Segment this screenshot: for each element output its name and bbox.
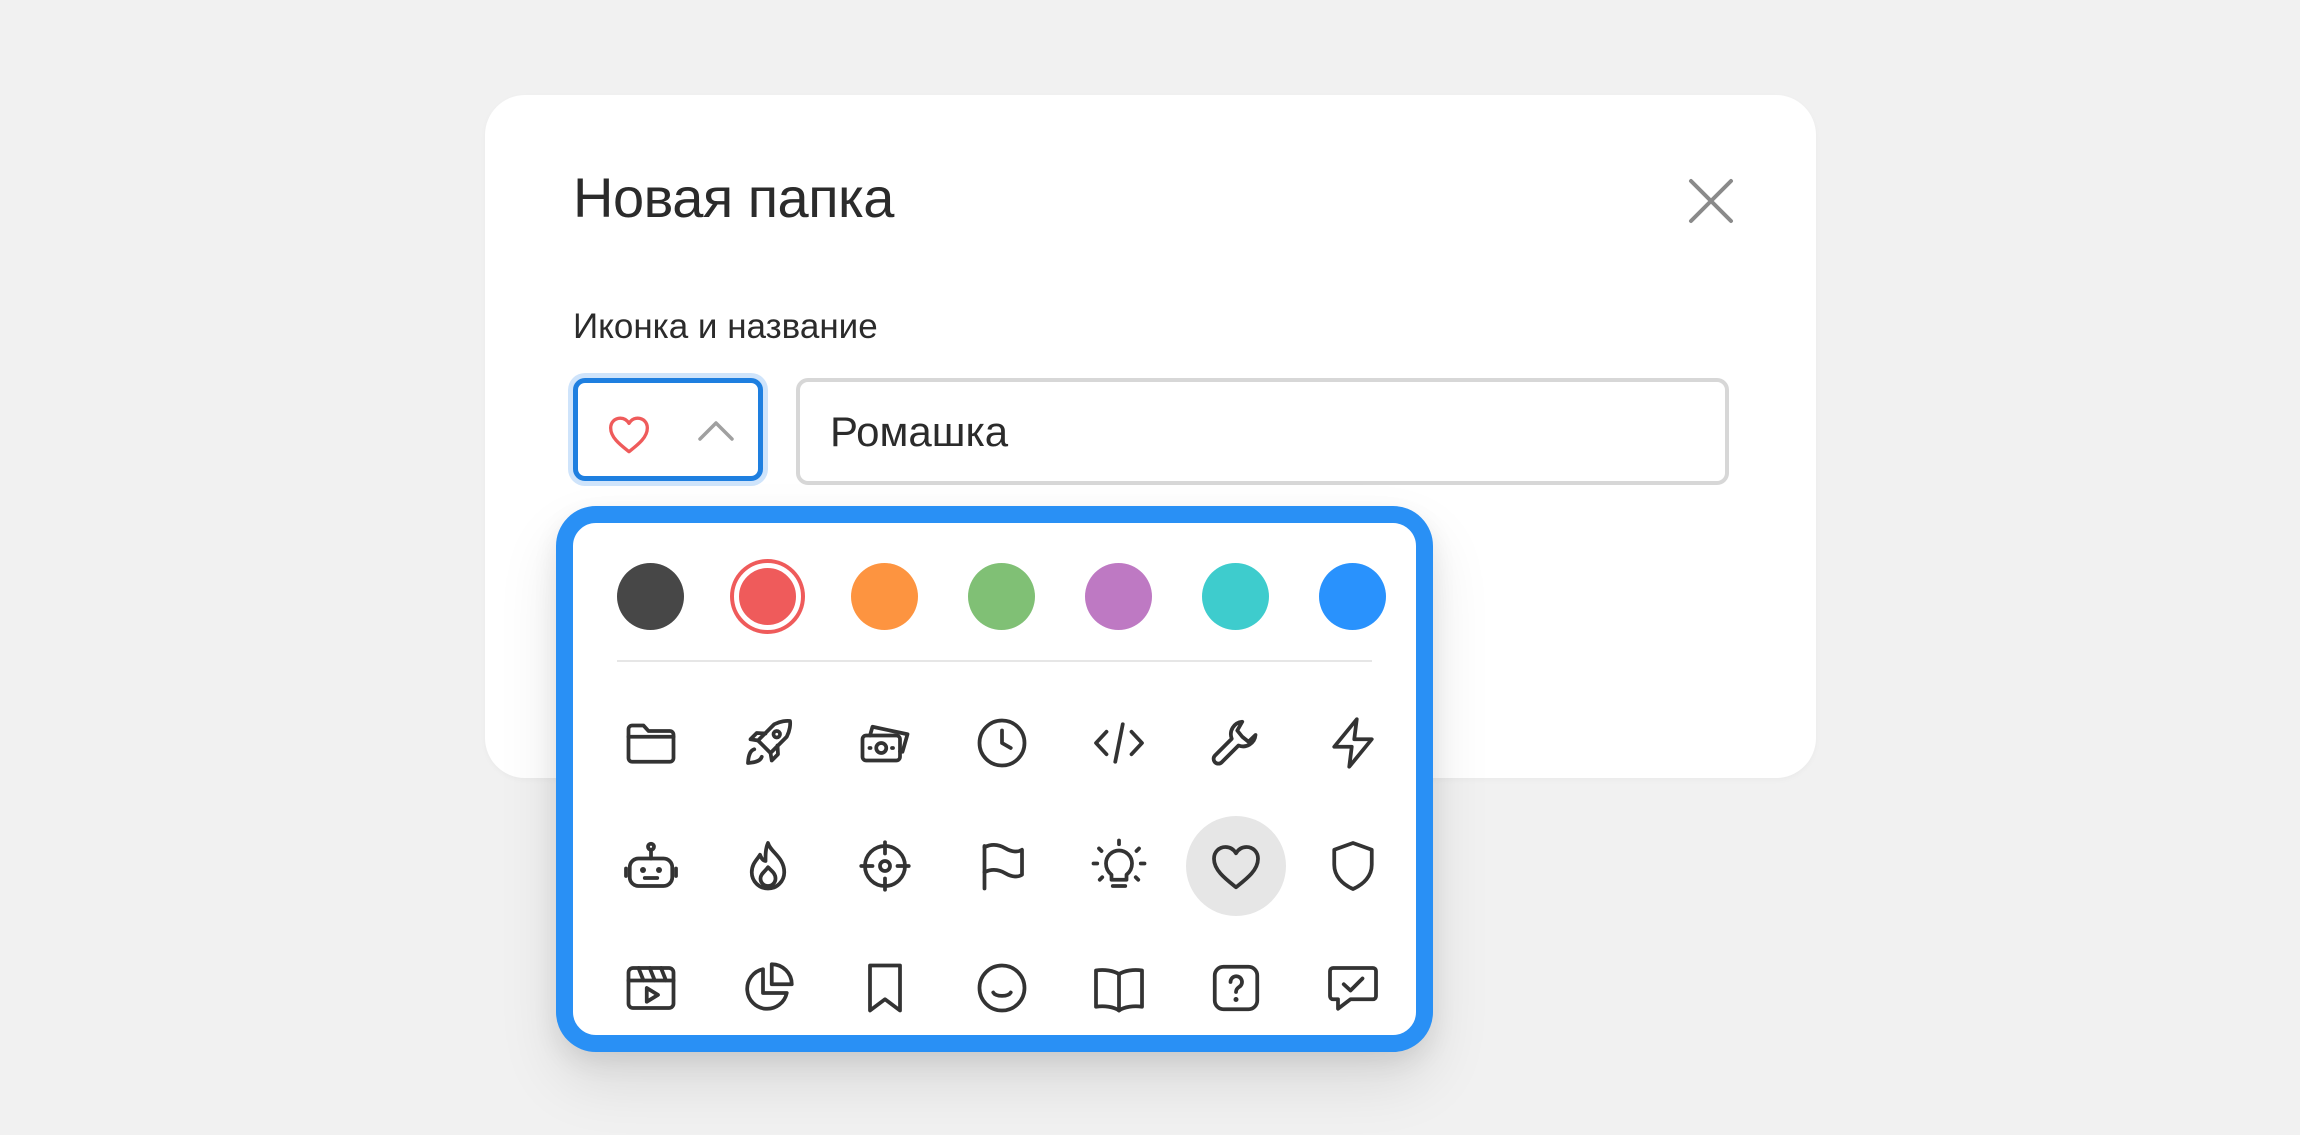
picker-divider [617, 660, 1372, 662]
canvas: Новая папка Иконка и название [0, 0, 2300, 1135]
color-swatch-green[interactable] [968, 563, 1035, 630]
icon-option-folder[interactable] [601, 693, 701, 793]
color-swatch-blue[interactable] [1319, 563, 1386, 630]
icon-option-lightbulb[interactable] [1069, 816, 1169, 916]
icon-option-book[interactable] [1069, 938, 1169, 1038]
shield-icon [1331, 841, 1374, 891]
icon-option-pie-chart[interactable] [718, 938, 818, 1038]
book-icon [1093, 968, 1144, 1013]
pie-chart-icon [744, 962, 794, 1011]
close-icon [1689, 179, 1733, 223]
color-swatch-orange[interactable] [851, 563, 918, 630]
clock-icon [977, 718, 1026, 768]
icon-option-heart[interactable] [1185, 816, 1286, 916]
color-swatch-dark-gray[interactable] [617, 563, 684, 630]
icon-option-robot[interactable] [601, 816, 701, 916]
icon-option-code[interactable] [1069, 693, 1169, 793]
clapperboard-icon [626, 966, 675, 1010]
icon-option-clapperboard[interactable] [601, 938, 701, 1038]
folder-name-input[interactable] [796, 378, 1729, 485]
icon-select-button[interactable] [573, 378, 763, 481]
lightbulb-icon [1091, 838, 1146, 888]
bookmark-icon [867, 963, 902, 1013]
icon-option-clock[interactable] [952, 693, 1052, 793]
chat-check-icon [1327, 966, 1378, 1011]
chevron-up-icon [698, 421, 734, 441]
robot-icon [623, 841, 678, 888]
color-swatch-red[interactable] [734, 563, 801, 630]
icon-option-money[interactable] [835, 693, 935, 793]
smile-icon [977, 963, 1026, 1013]
color-swatch-purple[interactable] [1085, 563, 1152, 630]
icon-option-fire[interactable] [718, 816, 818, 916]
icon-option-target[interactable] [835, 816, 935, 916]
icon-option-shield[interactable] [1303, 816, 1403, 916]
icon-option-flag[interactable] [952, 816, 1052, 916]
icon-option-wrench[interactable] [1186, 693, 1286, 793]
color-swatch-teal[interactable] [1202, 563, 1269, 630]
icon-and-name-label: Иконка и название [573, 307, 878, 346]
target-icon [858, 840, 911, 892]
icon-option-lightning[interactable] [1303, 693, 1403, 793]
icon-color-picker [556, 506, 1433, 1052]
question-icon [1212, 964, 1259, 1012]
lightning-icon [1331, 717, 1374, 769]
heart-icon [1211, 845, 1260, 890]
icon-option-chat-check[interactable] [1303, 938, 1403, 1038]
code-icon [1093, 722, 1144, 764]
heart-icon [609, 416, 649, 454]
money-icon [860, 724, 909, 763]
folder-icon [626, 723, 675, 764]
icon-option-rocket[interactable] [718, 693, 818, 793]
rocket-icon [745, 718, 792, 765]
icon-option-bookmark[interactable] [835, 938, 935, 1038]
icon-option-question[interactable] [1186, 938, 1286, 1038]
fire-icon [749, 841, 786, 891]
wrench-icon [1211, 719, 1257, 766]
flag-icon [982, 843, 1024, 891]
dialog-title: Новая папка [573, 166, 894, 229]
close-button[interactable] [1685, 175, 1737, 227]
icon-option-smile[interactable] [952, 938, 1052, 1038]
